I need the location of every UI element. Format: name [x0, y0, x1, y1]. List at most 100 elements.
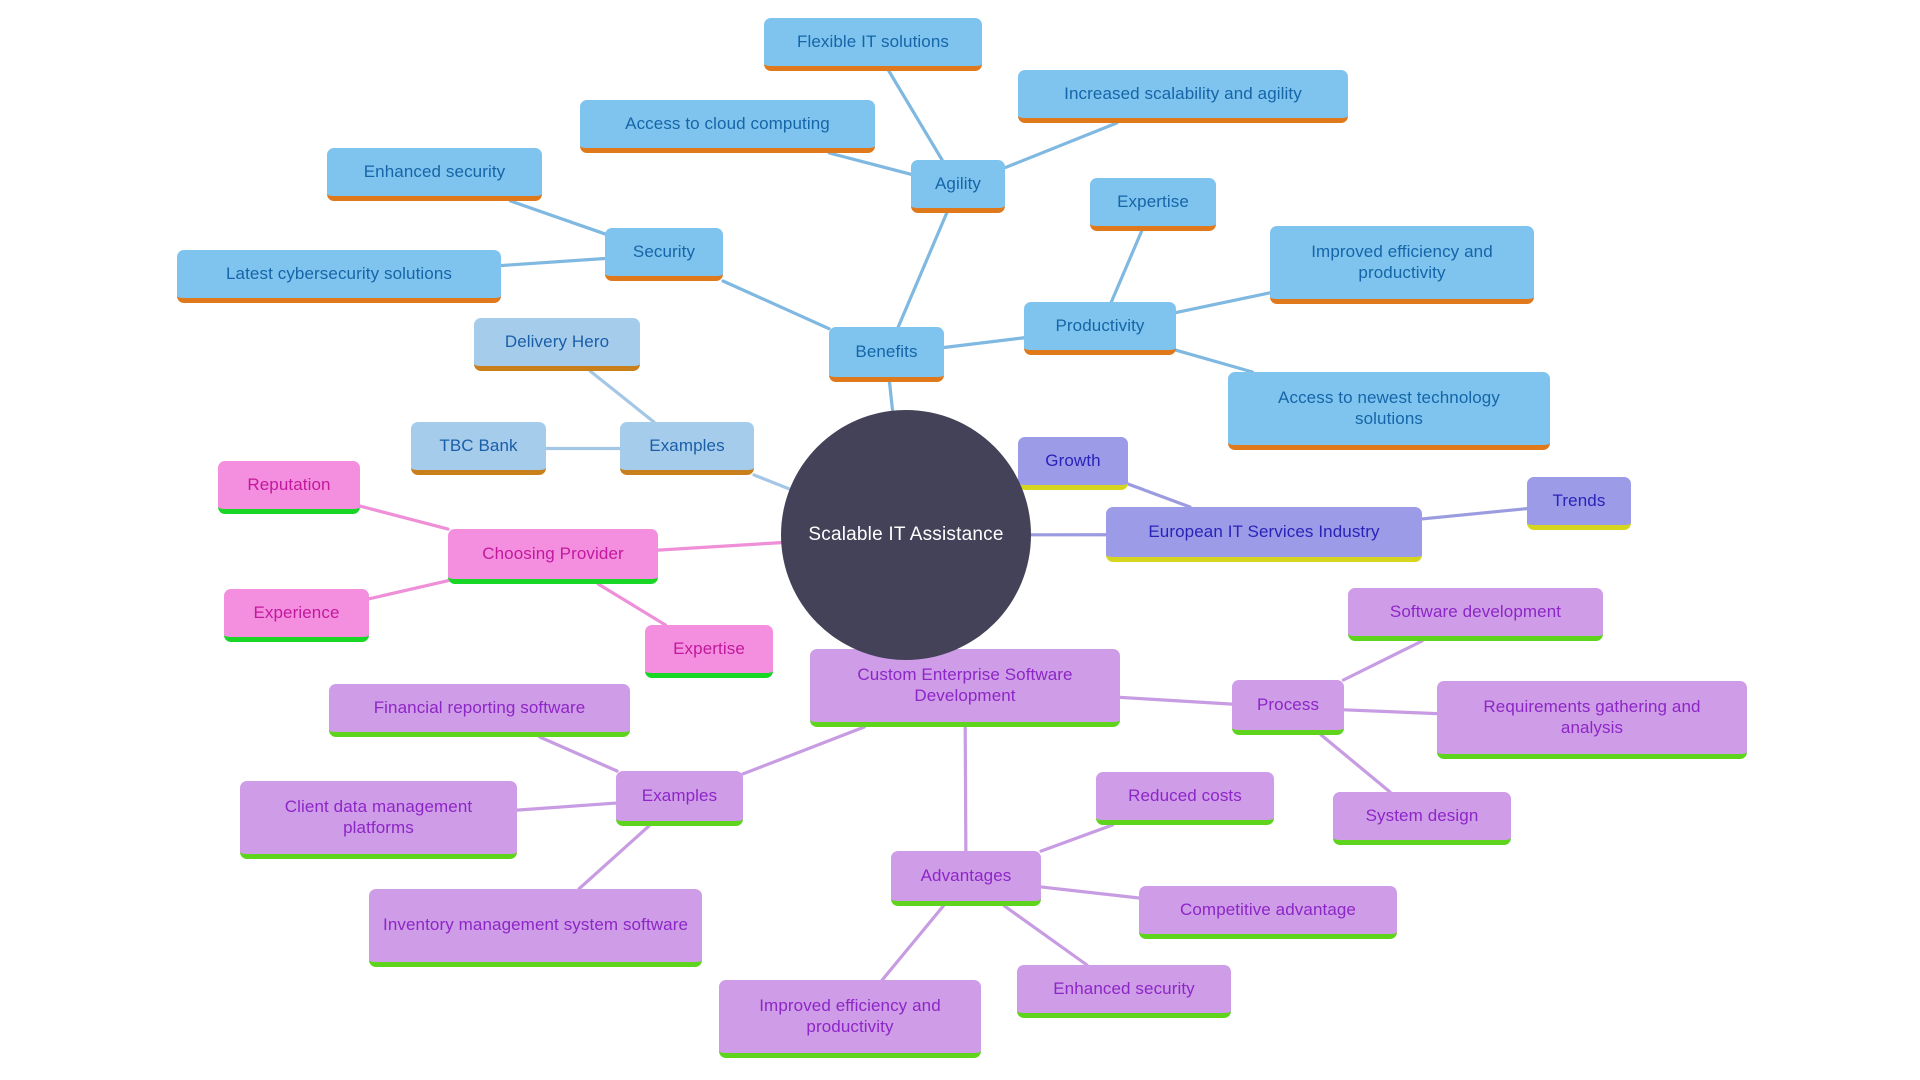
node-label: Choosing Provider: [482, 543, 624, 563]
edge-process-to-requirements-gathering: [1342, 708, 1439, 716]
node-label: Custom Enterprise Software Development: [857, 664, 1073, 705]
node-label: Flexible IT solutions: [796, 31, 950, 51]
edge-root-to-examples-blue: [752, 473, 792, 491]
root-node-label: Scalable IT Assistance: [808, 524, 1004, 545]
node-label: Reputation: [247, 474, 331, 494]
edge-choosing-provider-to-reputation: [358, 504, 450, 531]
edge-benefits-to-productivity: [942, 336, 1026, 350]
mindmap-node-access-newest-tech[interactable]: Access to newest technology solutions: [1228, 372, 1550, 450]
root-node[interactable]: Scalable IT Assistance: [781, 410, 1031, 660]
node-label: Improved efficiency and productivity: [1311, 241, 1493, 282]
edge-productivity-to-access-newest-tech: [1174, 348, 1254, 374]
mindmap-node-reputation[interactable]: Reputation: [218, 461, 360, 514]
edge-root-to-choosing-provider: [656, 540, 783, 552]
mindmap-node-expertise-pink[interactable]: Expertise: [645, 625, 773, 678]
mindmap-node-financial-reporting[interactable]: Financial reporting software: [329, 684, 630, 737]
node-label: European IT Services Industry: [1148, 521, 1380, 541]
node-label: Benefits: [855, 341, 918, 361]
mindmap-node-advantages[interactable]: Advantages: [891, 851, 1041, 906]
node-label: Advantages: [920, 865, 1012, 885]
edge-benefits-to-security: [721, 279, 831, 331]
node-label: Delivery Hero: [504, 331, 610, 351]
node-label: Examples: [641, 785, 718, 805]
mindmap-node-agility[interactable]: Agility: [911, 160, 1005, 213]
node-label: Latest cybersecurity solutions: [226, 263, 452, 283]
mindmap-node-enhanced-security-orchid[interactable]: Enhanced security: [1017, 965, 1231, 1018]
mindmap-node-software-development[interactable]: Software development: [1348, 588, 1603, 641]
node-label: Software development: [1389, 601, 1562, 621]
node-label: Expertise: [1117, 191, 1189, 211]
edge-root-to-benefits: [887, 380, 895, 413]
edge-advantages-to-improved-efficiency-orchid: [880, 904, 945, 982]
edge-examples-orchid-to-financial-reporting: [538, 735, 619, 773]
mindmap-node-latest-cybersecurity[interactable]: Latest cybersecurity solutions: [177, 250, 501, 303]
mindmap-node-competitive-advantage[interactable]: Competitive advantage: [1139, 886, 1397, 939]
edge-custom-enterprise-to-advantages: [963, 725, 968, 853]
node-label: Agility: [934, 173, 982, 193]
edge-examples-orchid-to-inventory-management: [577, 824, 651, 891]
edge-advantages-to-reduced-costs: [1039, 823, 1115, 853]
edge-agility-to-increased-scalability: [1003, 121, 1119, 170]
mindmap-node-choosing-provider[interactable]: Choosing Provider: [448, 529, 658, 584]
mindmap-node-improved-efficiency-orchid[interactable]: Improved efficiency and productivity: [719, 980, 981, 1058]
node-label: Enhanced security: [1053, 978, 1195, 998]
edge-agility-to-access-cloud-computing: [827, 151, 913, 176]
mindmap-node-requirements-gathering[interactable]: Requirements gathering and analysis: [1437, 681, 1747, 759]
edge-benefits-to-agility: [896, 211, 949, 329]
edge-european-it-to-trends: [1420, 507, 1529, 521]
mindmap-canvas: Benefits Agility Flexible IT solutions Acce…: [0, 0, 1920, 1080]
node-label: Competitive advantage: [1180, 899, 1356, 919]
edge-process-to-system-design: [1319, 733, 1392, 794]
edge-custom-enterprise-to-process: [1118, 695, 1234, 706]
mindmap-node-examples-blue[interactable]: Examples: [620, 422, 754, 475]
mindmap-node-flexible-it-solutions[interactable]: Flexible IT solutions: [764, 18, 982, 71]
node-label: Inventory management system software: [383, 915, 689, 935]
node-label: Process: [1256, 694, 1320, 714]
node-label: Growth: [1045, 450, 1101, 470]
node-label: Experience: [253, 602, 340, 622]
mindmap-node-european-it[interactable]: European IT Services Industry: [1106, 507, 1422, 562]
edge-choosing-provider-to-expertise-pink: [596, 582, 668, 627]
edge-choosing-provider-to-experience: [367, 579, 450, 601]
edge-productivity-to-expertise-blue: [1109, 229, 1144, 304]
edge-agility-to-flexible-it-solutions: [887, 69, 944, 162]
node-label: Client data management platforms: [284, 796, 473, 837]
mindmap-node-productivity[interactable]: Productivity: [1024, 302, 1176, 355]
mindmap-node-benefits[interactable]: Benefits: [829, 327, 944, 382]
node-label: Increased scalability and agility: [1064, 83, 1302, 103]
mindmap-node-delivery-hero[interactable]: Delivery Hero: [474, 318, 640, 371]
mindmap-node-system-design[interactable]: System design: [1333, 792, 1511, 845]
edge-security-to-latest-cybersecurity: [499, 256, 607, 268]
edge-productivity-to-improved-efficiency-blue: [1174, 291, 1272, 315]
mindmap-node-enhanced-security-blue[interactable]: Enhanced security: [327, 148, 542, 201]
mindmap-node-security[interactable]: Security: [605, 228, 723, 281]
mindmap-node-experience[interactable]: Experience: [224, 589, 369, 642]
node-label: Productivity: [1055, 315, 1145, 335]
mindmap-node-access-cloud-computing[interactable]: Access to cloud computing: [580, 100, 875, 153]
mindmap-node-trends[interactable]: Trends: [1527, 477, 1631, 530]
mindmap-node-custom-enterprise[interactable]: Custom Enterprise Software Development: [810, 649, 1120, 727]
mindmap-node-inventory-management[interactable]: Inventory management system software: [369, 889, 702, 967]
mindmap-node-improved-efficiency-blue[interactable]: Improved efficiency and productivity: [1270, 226, 1534, 304]
mindmap-node-increased-scalability[interactable]: Increased scalability and agility: [1018, 70, 1348, 123]
edge-security-to-enhanced-security-blue: [508, 199, 607, 236]
edge-advantages-to-enhanced-security-orchid: [1002, 904, 1089, 967]
mindmap-node-growth[interactable]: Growth: [1018, 437, 1128, 490]
mindmap-node-examples-orchid[interactable]: Examples: [616, 771, 743, 826]
mindmap-node-tbc-bank[interactable]: TBC Bank: [411, 422, 546, 475]
node-label: Improved efficiency and productivity: [759, 995, 941, 1036]
node-label: TBC Bank: [439, 435, 518, 455]
mindmap-node-reduced-costs[interactable]: Reduced costs: [1096, 772, 1274, 825]
node-label: Security: [632, 241, 696, 261]
node-label: Enhanced security: [363, 161, 506, 181]
mindmap-node-process[interactable]: Process: [1232, 680, 1344, 735]
mindmap-node-expertise-blue[interactable]: Expertise: [1090, 178, 1216, 231]
edge-european-it-to-growth: [1126, 482, 1192, 509]
node-label: Expertise: [673, 638, 745, 658]
edge-process-to-software-development: [1341, 639, 1424, 682]
node-label: Access to cloud computing: [625, 113, 830, 133]
mindmap-node-client-data[interactable]: Client data management platforms: [240, 781, 517, 859]
node-label: Access to newest technology solutions: [1278, 387, 1500, 428]
edge-custom-enterprise-to-examples-orchid: [741, 725, 866, 776]
node-label: Financial reporting software: [373, 697, 586, 717]
